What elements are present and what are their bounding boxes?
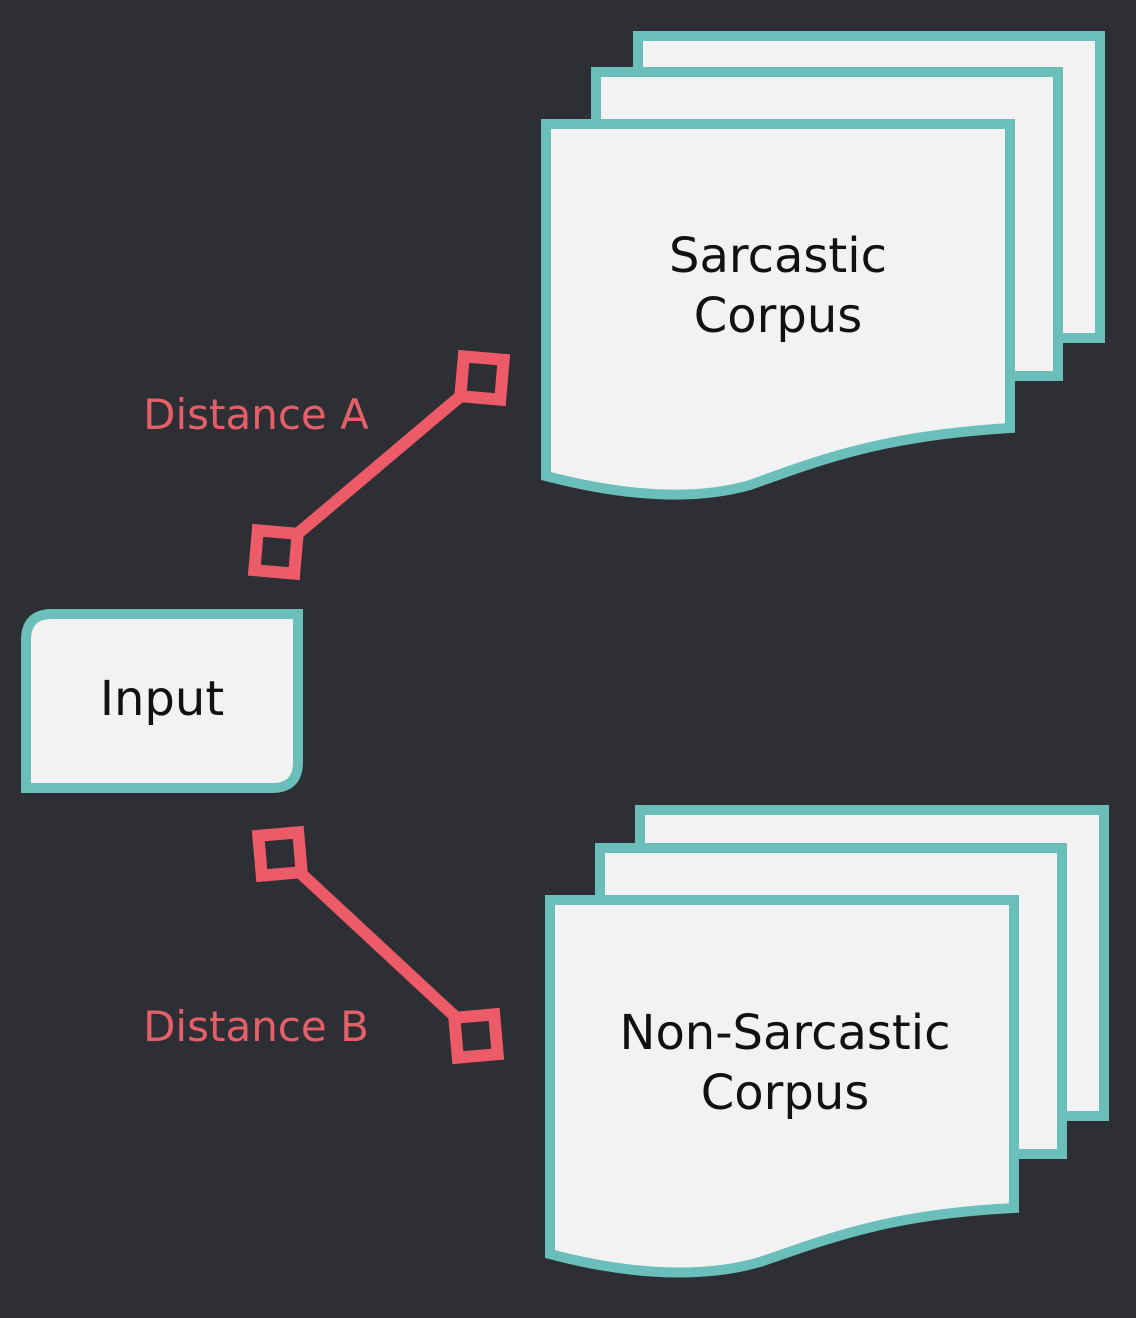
input-node[interactable]: Input xyxy=(21,609,303,793)
input-label: Input xyxy=(100,671,224,727)
non-sarcastic-label-line2: Corpus xyxy=(701,1065,870,1121)
distance-a-label: Distance A xyxy=(143,390,369,439)
connector-start-handle[interactable] xyxy=(247,523,305,581)
diagram-canvas: Input Sarcastic Corpus Non-Sarcastic Cor… xyxy=(21,31,1109,1278)
sarcastic-label-line2: Corpus xyxy=(694,288,863,344)
connector-end-handle[interactable] xyxy=(447,1007,505,1065)
connector-start-handle[interactable] xyxy=(251,825,309,883)
sarcastic-label-line1: Sarcastic xyxy=(669,228,887,284)
non-sarcastic-corpus-node[interactable]: Non-Sarcastic Corpus xyxy=(545,805,1109,1278)
distance-b-label: Distance B xyxy=(143,1002,369,1051)
non-sarcastic-label-line1: Non-Sarcastic xyxy=(620,1005,951,1061)
sarcastic-corpus-node[interactable]: Sarcastic Corpus xyxy=(541,31,1105,500)
distance-a-connector[interactable] xyxy=(247,349,511,581)
connector-end-handle[interactable] xyxy=(453,349,511,407)
